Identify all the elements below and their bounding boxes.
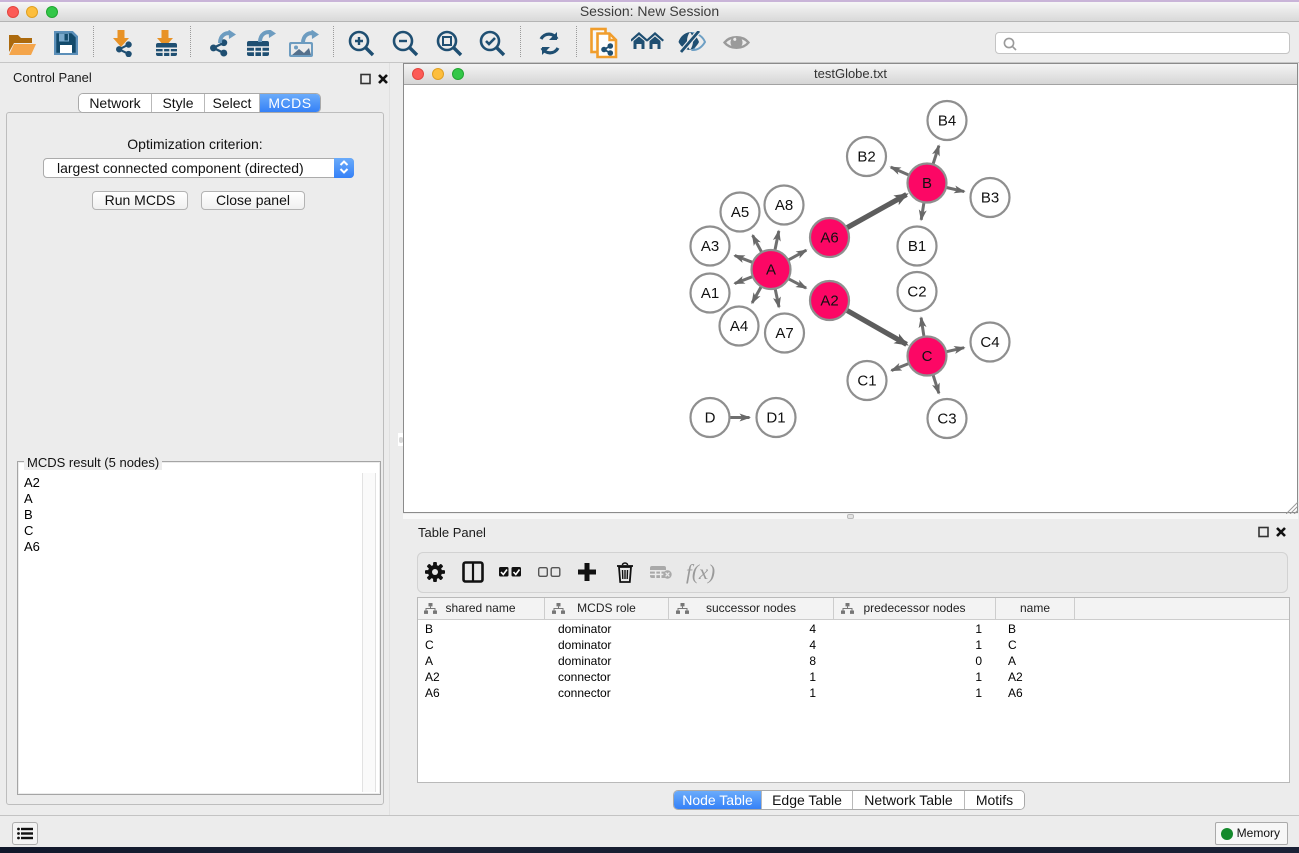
- svg-text:A3: A3: [701, 238, 719, 255]
- svg-text:A7: A7: [775, 325, 793, 342]
- svg-text:B: B: [922, 175, 932, 192]
- svg-text:A8: A8: [775, 197, 793, 214]
- svg-text:B3: B3: [981, 190, 999, 207]
- svg-text:A: A: [766, 262, 776, 279]
- svg-text:A5: A5: [731, 204, 749, 221]
- svg-text:C4: C4: [980, 334, 999, 351]
- svg-text:A2: A2: [820, 293, 838, 310]
- svg-text:B1: B1: [908, 238, 926, 255]
- svg-text:B2: B2: [857, 149, 875, 166]
- svg-text:C2: C2: [907, 284, 926, 301]
- svg-text:A1: A1: [701, 285, 719, 302]
- svg-text:A6: A6: [820, 230, 838, 247]
- svg-text:B4: B4: [938, 113, 956, 130]
- svg-text:A4: A4: [730, 318, 748, 335]
- svg-text:C1: C1: [857, 373, 876, 390]
- svg-text:C3: C3: [937, 411, 956, 428]
- svg-text:C: C: [922, 348, 933, 365]
- svg-text:D: D: [705, 410, 716, 427]
- svg-text:D1: D1: [766, 410, 785, 427]
